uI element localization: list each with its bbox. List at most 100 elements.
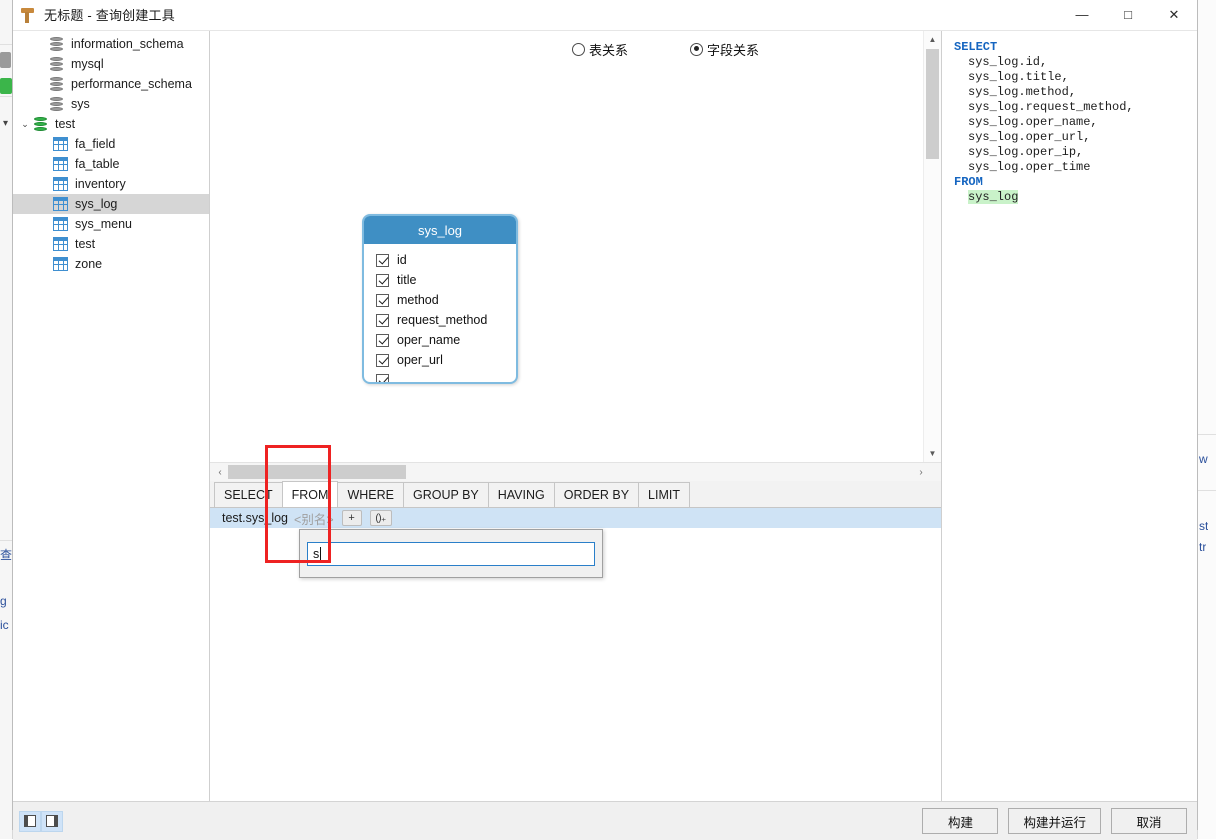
- tree-item-sys[interactable]: sys: [13, 94, 209, 114]
- tree-item-sys_log[interactable]: sys_log: [13, 194, 209, 214]
- tree-item-performance_schema[interactable]: performance_schema: [13, 74, 209, 94]
- field-label: id: [397, 253, 407, 267]
- build-and-run-button[interactable]: 构建并运行: [1008, 808, 1101, 834]
- toggle-right-panel-button[interactable]: [41, 810, 63, 832]
- relation-mode-radiogroup: 表关系 字段关系: [210, 31, 941, 67]
- background-divider: [0, 540, 12, 541]
- table-icon: [53, 197, 68, 211]
- background-divider: [1198, 490, 1216, 491]
- radio-label: 表关系: [588, 42, 628, 58]
- checkbox-icon[interactable]: [376, 253, 389, 267]
- minimize-button[interactable]: —: [1059, 0, 1105, 29]
- field-row[interactable]: title: [364, 270, 516, 290]
- from-alias-placeholder[interactable]: <别名>: [294, 509, 334, 528]
- tree-item-test-table[interactable]: test: [13, 234, 209, 254]
- tree-item-label: test: [75, 237, 96, 251]
- scroll-left-arrow-icon[interactable]: ‹: [212, 463, 228, 481]
- background-divider: [1198, 434, 1216, 435]
- tree-item-label: information_schema: [71, 37, 184, 51]
- scroll-down-arrow-icon[interactable]: ▼: [924, 445, 941, 462]
- vertical-scroll-thumb[interactable]: [926, 49, 939, 159]
- sql-column: sys_log.oper_url,: [968, 130, 1091, 144]
- sql-column: sys_log.request_method,: [968, 100, 1134, 114]
- field-row[interactable]: method: [364, 290, 516, 310]
- add-function-button[interactable]: ()₊: [369, 510, 392, 526]
- field-label: request_method: [397, 313, 488, 327]
- text-caret: [320, 547, 322, 561]
- tree-item-label: test: [55, 117, 76, 131]
- sql-code-block[interactable]: SELECT sys_log.id, sys_log.title, sys_lo…: [954, 40, 1197, 205]
- scroll-up-arrow-icon[interactable]: ▲: [924, 31, 941, 48]
- tab-having[interactable]: HAVING: [487, 482, 555, 507]
- field-row[interactable]: request_method: [364, 310, 516, 330]
- tree-expander: [33, 74, 49, 94]
- diagram-canvas[interactable]: 表关系 字段关系 sys_log id title method request…: [210, 31, 941, 462]
- sql-keyword-from: FROM: [954, 175, 983, 189]
- from-table-row[interactable]: test.sys_log <别名> + ()₊: [210, 508, 941, 528]
- sql-column: sys_log.title,: [968, 70, 1069, 84]
- toggle-left-panel-button[interactable]: [19, 810, 41, 832]
- tree-item-label: sys_menu: [75, 217, 132, 231]
- checkbox-icon[interactable]: [376, 333, 389, 347]
- background-text-fragment: ic: [0, 618, 9, 632]
- horizontal-scroll-thumb[interactable]: [228, 465, 406, 479]
- tree-item-zone[interactable]: zone: [13, 254, 209, 274]
- table-icon: [53, 237, 68, 251]
- field-row[interactable]: oper_name: [364, 330, 516, 350]
- alias-editor-popup[interactable]: s: [299, 529, 603, 578]
- tree-item-sys_menu[interactable]: sys_menu: [13, 214, 209, 234]
- tree-expander: [33, 34, 49, 54]
- tab-group-by[interactable]: GROUP BY: [402, 482, 489, 507]
- tree-item-information_schema[interactable]: information_schema: [13, 34, 209, 54]
- radio-circle-icon: [571, 42, 585, 56]
- tree-item-inventory[interactable]: inventory: [13, 174, 209, 194]
- database-icon: [49, 56, 64, 72]
- tree-expander: [33, 54, 49, 74]
- build-button[interactable]: 构建: [922, 808, 999, 834]
- schema-tree-panel[interactable]: information_schema mysql performance_sch…: [13, 31, 210, 801]
- canvas-horizontal-scrollbar[interactable]: ‹ ›: [210, 462, 941, 481]
- tab-from[interactable]: FROM: [281, 481, 339, 507]
- checkbox-icon[interactable]: [376, 293, 389, 307]
- cancel-button[interactable]: 取消: [1111, 808, 1187, 834]
- window-title: 无标题 - 查询创建工具: [44, 8, 175, 23]
- radio-table-relation[interactable]: 表关系: [571, 40, 628, 59]
- maximize-button[interactable]: □: [1105, 0, 1151, 29]
- sql-column: sys_log.method,: [968, 85, 1077, 99]
- field-label: method: [397, 293, 439, 307]
- field-row[interactable]: oper_url: [364, 350, 516, 370]
- field-row[interactable]: id: [364, 250, 516, 270]
- tree-item-test-database[interactable]: ⌄ test: [13, 114, 209, 134]
- alias-input[interactable]: s: [307, 542, 595, 566]
- tab-order-by[interactable]: ORDER BY: [553, 482, 640, 507]
- table-node-sys_log[interactable]: sys_log id title method request_method o…: [362, 214, 518, 384]
- tree-item-label: inventory: [75, 177, 126, 191]
- checkbox-icon[interactable]: [376, 273, 389, 287]
- field-row-partial[interactable]: [364, 370, 516, 382]
- close-button[interactable]: ✕: [1151, 0, 1197, 29]
- tree-item-label: sys: [71, 97, 90, 111]
- tree-item-fa_field[interactable]: fa_field: [13, 134, 209, 154]
- canvas-vertical-scrollbar[interactable]: ▲ ▼: [923, 31, 941, 462]
- background-divider: [0, 44, 12, 45]
- database-icon-active: [33, 116, 48, 132]
- table-node-field-list: id title method request_method oper_name…: [364, 244, 516, 382]
- database-icon: [49, 96, 64, 112]
- checkbox-icon[interactable]: [376, 353, 389, 367]
- sql-column: sys_log.id,: [968, 55, 1048, 69]
- table-icon: [53, 157, 68, 171]
- scroll-right-arrow-icon[interactable]: ›: [913, 463, 929, 481]
- field-label: title: [397, 273, 417, 287]
- table-icon: [53, 257, 68, 271]
- tree-item-mysql[interactable]: mysql: [13, 54, 209, 74]
- checkbox-icon[interactable]: [376, 373, 389, 382]
- tab-select[interactable]: SELECT: [214, 482, 283, 507]
- radio-field-relation[interactable]: 字段关系: [690, 40, 759, 59]
- chevron-down-icon[interactable]: ⌄: [17, 114, 33, 134]
- tab-limit[interactable]: LIMIT: [638, 482, 690, 507]
- tree-item-fa_table[interactable]: fa_table: [13, 154, 209, 174]
- clause-tab-bar: SELECT FROM WHERE GROUP BY HAVING ORDER …: [210, 481, 941, 508]
- tab-where[interactable]: WHERE: [337, 482, 404, 507]
- checkbox-icon[interactable]: [376, 313, 389, 327]
- add-button[interactable]: +: [341, 510, 362, 526]
